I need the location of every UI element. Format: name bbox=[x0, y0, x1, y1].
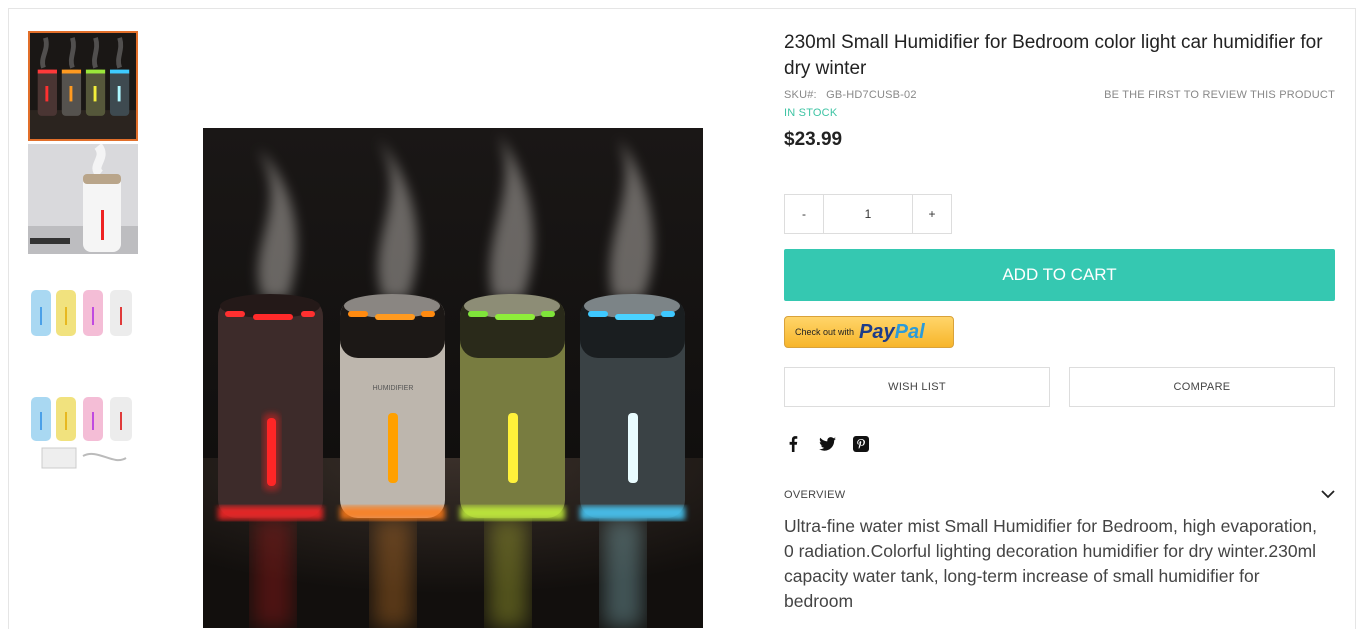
sku-row: SKU#: GB-HD7CUSB-02 BE THE FIRST TO REVI… bbox=[784, 89, 1335, 101]
paypal-prefix: Check out with bbox=[795, 327, 855, 337]
brand-label: HUMIDIFIER bbox=[373, 385, 414, 392]
thumbnail-gallery bbox=[28, 31, 138, 483]
quantity-increase-button[interactable]: + bbox=[912, 195, 951, 233]
product-info: 230ml Small Humidifier for Bedroom color… bbox=[784, 30, 1335, 611]
paypal-pay: Pay bbox=[859, 320, 895, 343]
thumbnail-image bbox=[28, 257, 138, 367]
facebook-icon[interactable] bbox=[784, 435, 802, 453]
chevron-down-icon bbox=[1321, 486, 1335, 504]
paypal-checkout-button[interactable]: Check out with PayPal bbox=[784, 316, 954, 348]
stock-status: IN STOCK bbox=[784, 107, 838, 119]
quantity-stepper: - + bbox=[784, 194, 952, 234]
main-product-image[interactable]: HUMIDIFIER bbox=[203, 128, 703, 628]
paypal-logo: PayPal bbox=[859, 321, 925, 344]
humidifiers-photo: HUMIDIFIER bbox=[203, 128, 703, 628]
add-to-cart-button[interactable]: ADD TO CART bbox=[784, 249, 1335, 301]
orange-humidifier: HUMIDIFIER bbox=[340, 294, 445, 520]
sku: SKU#: GB-HD7CUSB-02 bbox=[784, 89, 917, 101]
thumbnail-humidifiers-accessories[interactable] bbox=[28, 370, 138, 480]
social-share bbox=[784, 435, 870, 453]
twitter-icon[interactable] bbox=[818, 435, 836, 453]
thumbnail-image bbox=[28, 370, 138, 480]
quantity-input[interactable] bbox=[824, 195, 912, 233]
overview-toggle[interactable]: OVERVIEW bbox=[784, 486, 1335, 504]
paypal-pal: Pal bbox=[894, 320, 925, 343]
thumbnail-image bbox=[30, 33, 136, 139]
thumbnail-image bbox=[28, 144, 138, 254]
review-link[interactable]: BE THE FIRST TO REVIEW THIS PRODUCT bbox=[1104, 89, 1335, 101]
yellow-humidifier bbox=[460, 294, 565, 520]
thumbnail-four-humidifiers[interactable] bbox=[28, 31, 138, 141]
blue-humidifier bbox=[580, 294, 685, 520]
product-price: $23.99 bbox=[784, 129, 843, 150]
thumbnail-pastel-humidifiers[interactable] bbox=[28, 257, 138, 367]
overview-text: Ultra-fine water mist Small Humidifier f… bbox=[784, 516, 1317, 611]
sku-value: GB-HD7CUSB-02 bbox=[826, 89, 917, 101]
wish-list-button[interactable]: WISH LIST bbox=[784, 367, 1050, 407]
product-title: 230ml Small Humidifier for Bedroom color… bbox=[784, 32, 1323, 79]
sku-label: SKU#: bbox=[784, 89, 817, 101]
quantity-decrease-button[interactable]: - bbox=[785, 195, 824, 233]
thumbnail-white-humidifier[interactable] bbox=[28, 144, 138, 254]
overview-label: OVERVIEW bbox=[784, 489, 846, 501]
red-humidifier bbox=[218, 294, 323, 520]
pinterest-icon[interactable] bbox=[852, 435, 870, 453]
compare-button[interactable]: COMPARE bbox=[1069, 367, 1335, 407]
